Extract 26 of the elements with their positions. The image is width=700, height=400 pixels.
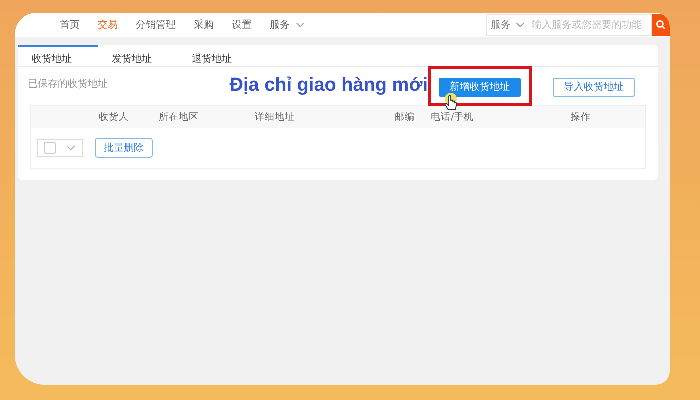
nav-item[interactable]: 服务 [270, 18, 305, 32]
nav-item[interactable]: 分销管理 [136, 18, 176, 32]
column-header: 所在地区 [159, 110, 200, 124]
column-header: 操作 [571, 110, 592, 124]
bulk-delete-button[interactable]: 批量删除 [95, 138, 153, 158]
nav-item[interactable]: 设置 [232, 18, 252, 32]
search-icon [656, 20, 666, 30]
column-header: 邮编 [395, 110, 416, 124]
chevron-down-icon [66, 145, 76, 151]
tab[interactable]: 退货地址 [178, 45, 258, 66]
select-all-dropdown[interactable] [37, 139, 83, 157]
tab[interactable]: 发货地址 [98, 45, 178, 66]
caption-text: Địa chỉ giao hàng mới [230, 75, 428, 97]
nav-item[interactable]: 采购 [194, 18, 214, 32]
column-header: 电话/手机 [431, 110, 476, 124]
nav-item[interactable]: 交易 [98, 18, 118, 32]
action-button[interactable]: 导入收货地址 [553, 78, 635, 97]
nav-item[interactable]: 首页 [60, 18, 80, 32]
section-label: 已保存的收货地址 [28, 78, 109, 91]
column-header: 详细地址 [255, 110, 296, 124]
tab[interactable]: 收货地址 [18, 45, 98, 66]
chevron-down-icon [296, 22, 305, 28]
column-header: 收货人 [99, 110, 130, 124]
action-button[interactable]: 新增收货地址 [439, 78, 521, 97]
search-button[interactable] [652, 14, 670, 36]
checkbox[interactable] [44, 142, 56, 154]
